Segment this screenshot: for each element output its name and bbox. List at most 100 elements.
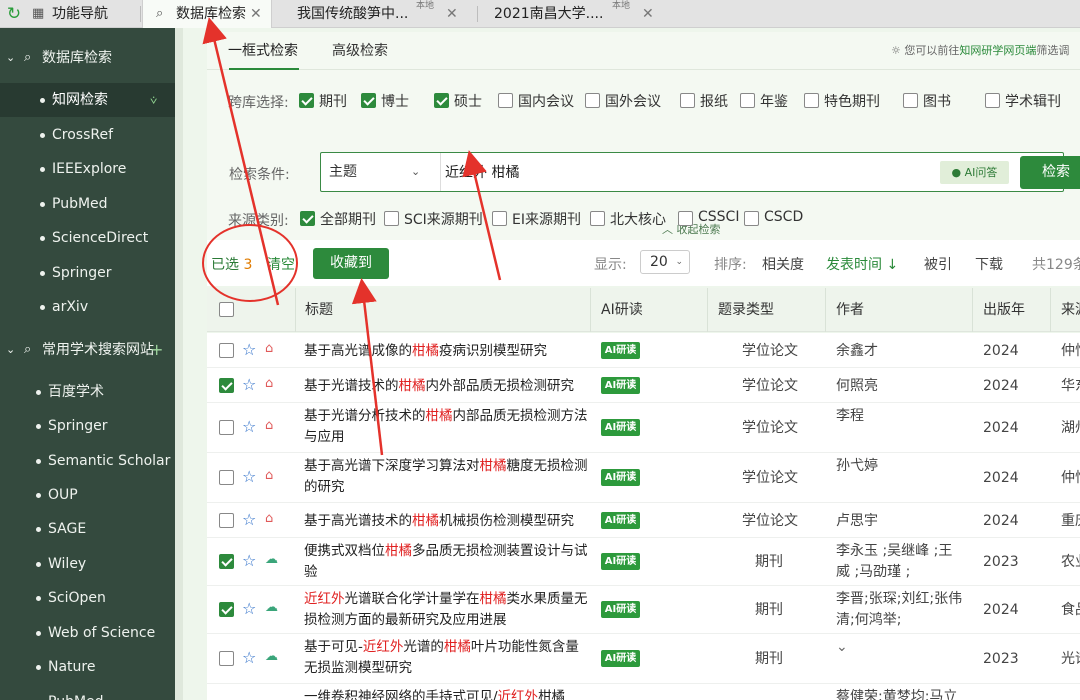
sidebar-item-nature[interactable]: Nature bbox=[0, 650, 175, 684]
db-checkbox[interactable] bbox=[299, 93, 314, 108]
row-title-link[interactable]: 基于高光谱技术的柑橘机械损伤检测模型研究 bbox=[304, 511, 589, 532]
pdf-icon[interactable]: ⌂ bbox=[265, 468, 273, 483]
row-checkbox[interactable] bbox=[219, 554, 234, 569]
favorite-star-icon[interactable]: ☆ bbox=[242, 551, 256, 570]
pdf-icon[interactable]: ⌂ bbox=[265, 418, 273, 433]
pdf-icon[interactable]: ⌂ bbox=[265, 341, 273, 356]
row-checkbox[interactable] bbox=[219, 470, 234, 485]
row-checkbox[interactable] bbox=[219, 343, 234, 358]
sidebar-divider[interactable] bbox=[175, 28, 183, 700]
source-option-label[interactable]: CSCD bbox=[764, 209, 803, 225]
tab-function-nav[interactable]: ▦ 功能导航 bbox=[30, 0, 140, 28]
row-checkbox[interactable] bbox=[219, 378, 234, 393]
refresh-icon[interactable]: ↻ bbox=[3, 3, 25, 25]
db-option-label[interactable]: 硕士 bbox=[454, 91, 482, 111]
sidebar-group-academic-sites[interactable]: ⌄ ⌕ 常用学术搜索网站 + bbox=[0, 333, 175, 367]
col-source[interactable]: 来源 bbox=[1061, 288, 1080, 332]
row-title-link[interactable]: 基于可见-近红外光谱的柑橘叶片功能性氮含量无损监测模型研究 bbox=[304, 637, 589, 679]
row-title-link[interactable]: 基于光谱技术的柑橘内外部品质无损检测研究 bbox=[304, 376, 589, 397]
source-option-label[interactable]: EI来源期刊 bbox=[512, 209, 581, 229]
source-checkbox[interactable] bbox=[590, 211, 605, 226]
pdf-icon[interactable]: ⌂ bbox=[265, 511, 273, 526]
add-site-button[interactable]: + bbox=[150, 333, 163, 367]
tab-advanced-search[interactable]: 高级检索 bbox=[332, 32, 388, 70]
row-title-link[interactable]: 基于高光谱成像的柑橘疫病识别模型研究 bbox=[304, 341, 589, 362]
db-option-label[interactable]: 特色期刊 bbox=[824, 91, 880, 111]
db-option-label[interactable]: 学术辑刊 bbox=[1005, 91, 1061, 111]
field-select[interactable]: 主题 bbox=[329, 153, 439, 191]
sort-relevance[interactable]: 相关度 bbox=[762, 254, 804, 274]
close-icon[interactable]: ✕ bbox=[446, 0, 458, 28]
col-type[interactable]: 题录类型 bbox=[718, 288, 774, 332]
page-size-select[interactable]: 20 ⌄ bbox=[640, 250, 690, 274]
db-checkbox[interactable] bbox=[680, 93, 695, 108]
expand-authors-icon[interactable]: ⌄ bbox=[836, 639, 848, 655]
db-checkbox[interactable] bbox=[985, 93, 1000, 108]
ai-read-button[interactable]: AI研读 bbox=[601, 419, 640, 436]
table-row[interactable]: ☆ ⌂ 基于高光谱下深度学习算法对柑橘糖度无损检测的研究 AI研读 学位论文 孙弋婷 202… bbox=[207, 453, 1080, 503]
table-row[interactable]: ☆ ⌂ 基于高光谱成像的柑橘疫病识别模型研究 AI研读 学位论文 余鑫才 2024 仲恺 bbox=[207, 333, 1080, 368]
sidebar-item-springer[interactable]: Springer bbox=[0, 256, 175, 290]
tab-document-1[interactable]: 我国传统酸笋中... 本地 ✕ bbox=[285, 0, 470, 28]
sidebar-item-baidu-scholar[interactable]: 百度学术 bbox=[0, 375, 175, 409]
clear-selection-link[interactable]: 清空 bbox=[267, 254, 295, 274]
sidebar-item-pubmed[interactable]: PubMed bbox=[0, 187, 175, 221]
sidebar-item-wiley[interactable]: Wiley bbox=[0, 547, 175, 581]
sort-cited[interactable]: 被引 bbox=[924, 254, 952, 274]
row-title-link[interactable]: 基于高光谱下深度学习算法对柑橘糖度无损检测的研究 bbox=[304, 456, 589, 498]
collect-to-button[interactable]: 收藏到 bbox=[313, 248, 389, 279]
ai-read-button[interactable]: AI研读 bbox=[601, 601, 640, 618]
sidebar-item-pubmed-site[interactable]: PubMed bbox=[0, 685, 175, 700]
table-row[interactable]: ☆ ⌂ 基于高光谱技术的柑橘机械损伤检测模型研究 AI研读 学位论文 卢思宇 2024 重庆 bbox=[207, 503, 1080, 538]
favorite-star-icon[interactable]: ☆ bbox=[242, 648, 256, 667]
db-checkbox[interactable] bbox=[903, 93, 918, 108]
sort-publish-time[interactable]: 发表时间 ↓ bbox=[826, 254, 898, 274]
favorite-star-icon[interactable]: ☆ bbox=[242, 467, 256, 486]
db-checkbox[interactable] bbox=[585, 93, 600, 108]
source-option-label[interactable]: 全部期刊 bbox=[320, 209, 376, 229]
tab-simple-search[interactable]: 一框式检索 bbox=[228, 32, 298, 70]
source-option-label[interactable]: SCI来源期刊 bbox=[404, 209, 483, 229]
db-checkbox[interactable] bbox=[740, 93, 755, 108]
cloud-icon[interactable]: ☁ bbox=[265, 649, 278, 664]
db-checkbox[interactable] bbox=[361, 93, 376, 108]
table-row[interactable]: ☆ ⌂ 基于光谱分析技术的柑橘内部品质无损检测方法与应用 AI研读 学位论文 李程 2024… bbox=[207, 403, 1080, 453]
ai-read-button[interactable]: AI研读 bbox=[601, 553, 640, 570]
favorite-star-icon[interactable]: ☆ bbox=[242, 375, 256, 394]
tab-database-search[interactable]: ⌕ 数据库检索 ✕ bbox=[142, 0, 272, 29]
row-title-link[interactable]: 近红外光谱联合化学计量学在柑橘类水果质量无损检测方面的最新研究及应用进展 bbox=[304, 589, 589, 631]
row-title-link[interactable]: 便携式双档位柑橘多品质无损检测装置设计与试验 bbox=[304, 541, 589, 583]
sidebar-item-sciencedirect[interactable]: ScienceDirect bbox=[0, 221, 175, 255]
select-all-checkbox[interactable] bbox=[219, 302, 234, 317]
col-author[interactable]: 作者 bbox=[836, 288, 864, 332]
db-checkbox[interactable] bbox=[804, 93, 819, 108]
db-option-label[interactable]: 报纸 bbox=[700, 91, 728, 111]
db-checkbox[interactable] bbox=[498, 93, 513, 108]
close-icon[interactable]: ✕ bbox=[250, 0, 262, 28]
search-input[interactable] bbox=[445, 159, 925, 185]
favorite-star-icon[interactable]: ☆ bbox=[242, 417, 256, 436]
table-row[interactable]: ☆ ⌂ 基于光谱技术的柑橘内外部品质无损检测研究 AI研读 学位论文 何照亮 2024 华东 bbox=[207, 368, 1080, 403]
sidebar-item-oup[interactable]: OUP bbox=[0, 478, 175, 512]
source-option-label[interactable]: 北大核心 bbox=[610, 209, 666, 229]
ai-qa-button[interactable]: ● AI问答 bbox=[940, 161, 1009, 184]
row-title-link[interactable]: 一维卷积神经网络的手持式可见/近红外柑橘 bbox=[304, 687, 589, 700]
sidebar-item-crossref[interactable]: CrossRef bbox=[0, 118, 175, 152]
search-button[interactable]: 检索 bbox=[1020, 156, 1080, 189]
source-checkbox[interactable] bbox=[744, 211, 759, 226]
ai-read-button[interactable]: AI研读 bbox=[601, 469, 640, 486]
db-option-label[interactable]: 国外会议 bbox=[605, 91, 661, 111]
row-checkbox[interactable] bbox=[219, 651, 234, 666]
ai-read-button[interactable]: AI研读 bbox=[601, 377, 640, 394]
tab-document-2[interactable]: 2021南昌大学.... 本地 ✕ bbox=[480, 0, 670, 28]
sidebar-item-springer-site[interactable]: Springer bbox=[0, 409, 175, 443]
filter-icon[interactable]: ⩒ bbox=[150, 83, 157, 117]
table-row[interactable]: ☆ ☁ 便携式双档位柑橘多品质无损检测装置设计与试验 AI研读 期刊 李永玉 ;吴继峰 ;… bbox=[207, 538, 1080, 586]
table-row[interactable]: ☆☁一维卷积神经网络的手持式可见/近红外柑橘蔡健荣;黄梦均;马立 bbox=[207, 684, 1080, 700]
cloud-icon[interactable]: ☁ bbox=[265, 600, 278, 615]
sidebar-item-cnki[interactable]: 知网检索 ⩒ bbox=[0, 83, 175, 117]
source-checkbox[interactable] bbox=[492, 211, 507, 226]
sort-download[interactable]: 下载 bbox=[975, 254, 1003, 274]
favorite-star-icon[interactable]: ☆ bbox=[242, 510, 256, 529]
row-title-link[interactable]: 基于光谱分析技术的柑橘内部品质无损检测方法与应用 bbox=[304, 406, 589, 448]
